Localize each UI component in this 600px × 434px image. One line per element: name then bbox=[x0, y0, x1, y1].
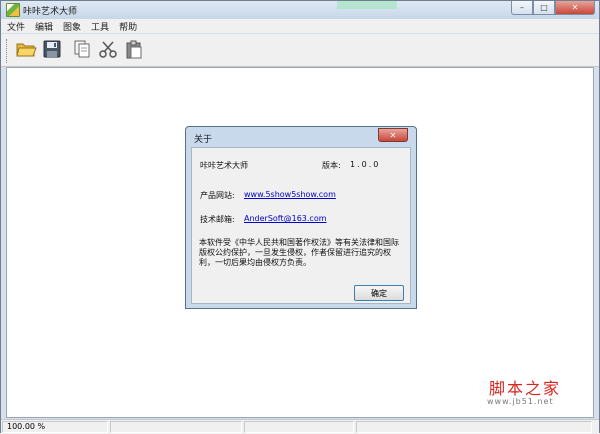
watermark-title: 脚本之家 bbox=[489, 379, 562, 398]
save-button[interactable] bbox=[41, 38, 63, 60]
email-label: 技术邮箱: bbox=[200, 215, 235, 224]
menu-help[interactable]: 帮助 bbox=[113, 20, 141, 33]
paste-clipboard-icon bbox=[126, 40, 142, 59]
app-name: 咔咔艺术大师 bbox=[200, 161, 248, 170]
cut-scissors-icon bbox=[99, 41, 117, 58]
window-title: 咔咔艺术大师 bbox=[23, 7, 78, 17]
open-folder-icon bbox=[16, 43, 37, 57]
title-glow-decoration bbox=[337, 1, 397, 9]
save-disk-icon bbox=[43, 40, 61, 58]
status-cell-3 bbox=[244, 421, 354, 433]
watermark-url: www.jb51.net bbox=[487, 397, 554, 406]
website-link[interactable]: www.5show5show.com bbox=[244, 190, 336, 199]
menu-edit[interactable]: 编辑 bbox=[29, 20, 57, 33]
dialog-close-button[interactable]: ✕ bbox=[378, 128, 408, 142]
status-cell-4 bbox=[356, 421, 592, 433]
version-label: 版本: bbox=[322, 161, 341, 170]
copy-icon bbox=[74, 40, 90, 58]
website-label: 产品网站: bbox=[200, 191, 235, 200]
ok-button[interactable]: 确定 bbox=[354, 285, 404, 301]
zoom-level: 100.00 % bbox=[2, 421, 108, 433]
email-link[interactable]: AnderSoft@163.com bbox=[244, 214, 327, 223]
copyright-notice: 本软件受《中华人民共和国著作权法》等有关法律和国际版权公约保护，一旦发生侵权，作… bbox=[199, 238, 399, 267]
dialog-title: 关于 bbox=[194, 135, 213, 145]
copy-button[interactable] bbox=[71, 38, 93, 60]
cut-button[interactable] bbox=[97, 38, 119, 60]
menu-file[interactable]: 文件 bbox=[1, 20, 29, 33]
maximize-button[interactable]: □ bbox=[533, 1, 555, 15]
app-icon bbox=[6, 3, 20, 17]
toolbar bbox=[1, 34, 599, 67]
paste-button[interactable] bbox=[123, 38, 145, 60]
about-dialog: 关于 ✕ 咔咔艺术大师 版本: 1.0.0 产品网站: www.5show5sh… bbox=[185, 126, 417, 309]
main-window: 咔咔艺术大师 – □ ✕ 文件 编辑 图象 工具 帮助 100.00 % 关于 … bbox=[0, 0, 600, 434]
status-cell-2 bbox=[110, 421, 242, 433]
close-button[interactable]: ✕ bbox=[555, 1, 595, 15]
window-controls: – □ ✕ bbox=[511, 1, 595, 17]
toolbar-grip[interactable] bbox=[6, 39, 10, 63]
dialog-body: 咔咔艺术大师 版本: 1.0.0 产品网站: www.5show5show.co… bbox=[191, 147, 411, 304]
menu-tools[interactable]: 工具 bbox=[85, 20, 113, 33]
minimize-button[interactable]: – bbox=[511, 1, 533, 15]
version-value: 1.0.0 bbox=[350, 160, 381, 169]
status-bar: 100.00 % bbox=[1, 419, 599, 434]
menu-bar: 文件 编辑 图象 工具 帮助 bbox=[1, 19, 599, 33]
title-bar[interactable]: 咔咔艺术大师 – □ ✕ bbox=[1, 1, 599, 19]
menu-image[interactable]: 图象 bbox=[57, 20, 85, 33]
open-button[interactable] bbox=[15, 38, 37, 60]
